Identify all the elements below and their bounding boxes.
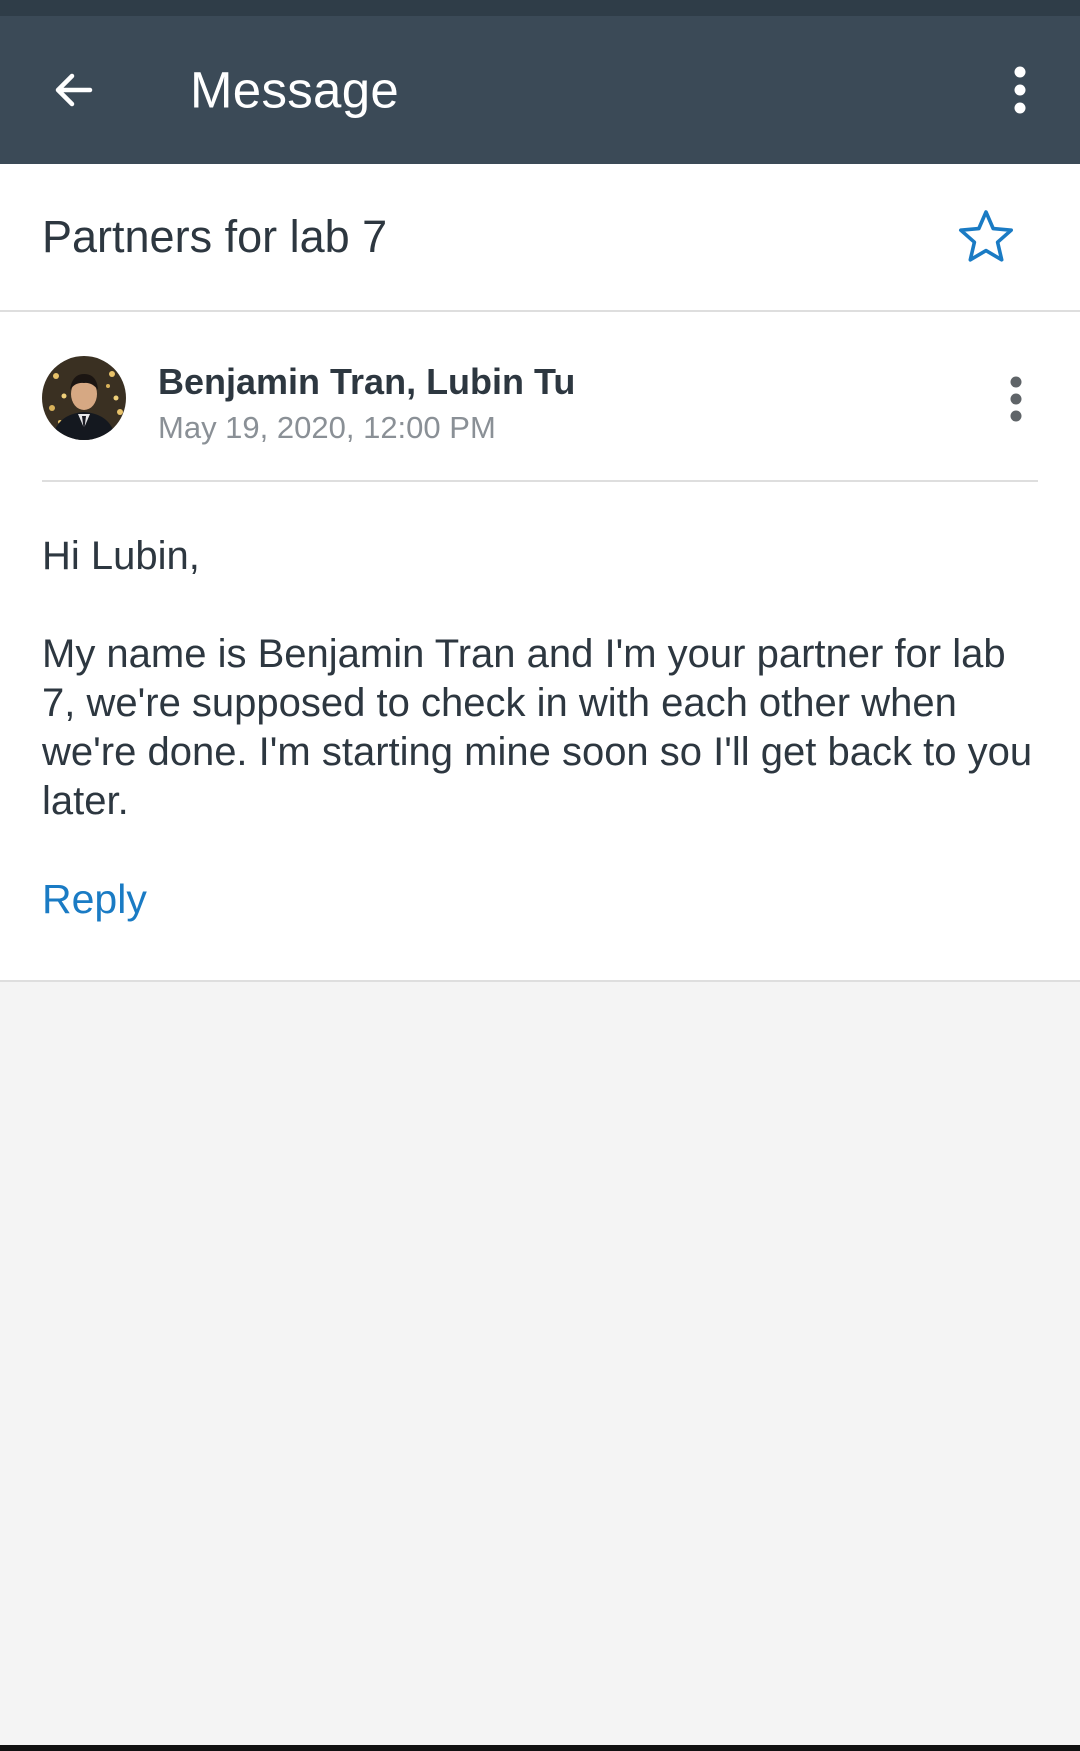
message-body: Hi Lubin, My name is Benjamin Tran and I… <box>42 532 1042 826</box>
more-vertical-icon <box>1014 66 1026 114</box>
message-greeting: Hi Lubin, <box>42 534 200 578</box>
reply-button[interactable]: Reply <box>42 876 147 923</box>
nav-bar-edge <box>0 1745 1080 1751</box>
sender-row: Benjamin Tran, Lubin Tu May 19, 2020, 12… <box>42 314 1038 482</box>
star-button[interactable] <box>950 201 1022 273</box>
avatar[interactable] <box>42 356 126 440</box>
message-card: Partners for lab 7 Benjamin Tran, Lubin … <box>0 164 1080 982</box>
message-options-button[interactable] <box>994 364 1038 434</box>
back-button[interactable] <box>38 54 110 126</box>
message-timestamp: May 19, 2020, 12:00 PM <box>158 410 496 445</box>
subject-row: Partners for lab 7 <box>0 164 1080 312</box>
message-text: My name is Benjamin Tran and I'm your pa… <box>42 632 1033 823</box>
status-bar <box>0 0 1080 16</box>
overflow-menu-button[interactable] <box>990 54 1050 126</box>
app-bar: Message <box>0 16 1080 164</box>
page-title: Message <box>190 61 400 119</box>
message-subject: Partners for lab 7 <box>42 211 388 262</box>
star-outline-icon <box>959 210 1013 262</box>
arrow-left-icon <box>55 73 93 107</box>
more-vertical-icon <box>1010 376 1022 422</box>
sender-names: Benjamin Tran, Lubin Tu <box>158 361 576 402</box>
